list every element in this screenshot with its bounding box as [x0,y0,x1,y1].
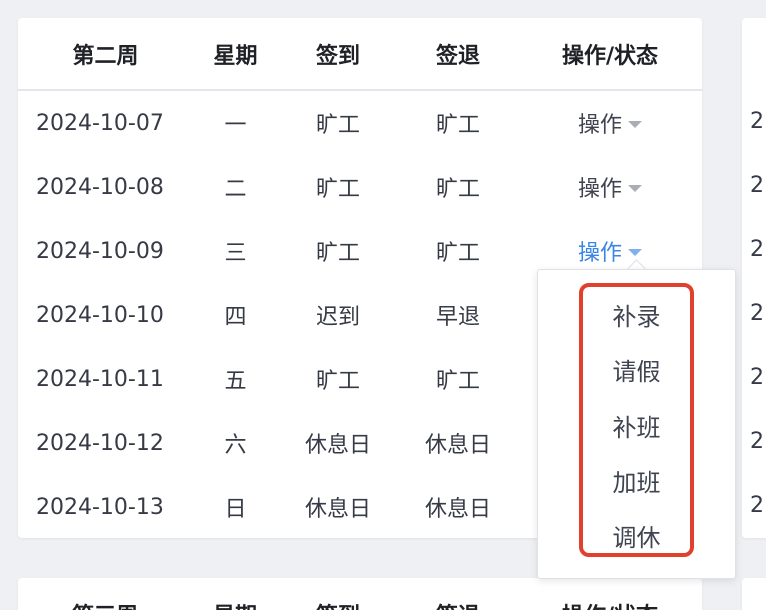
date-fragment: 2 [750,493,764,518]
menu-item-leave-request[interactable]: 请假 [579,352,694,387]
action-label: 操作 [577,241,622,266]
row-date: 2024-10-07 [36,110,164,136]
table-row: 2024-10-07 一 旷工 旷工 操作 [18,90,702,155]
next-adjacent-card [742,578,766,610]
action-label: 操作 [577,113,622,138]
table-header-row: 第二周 星期 签到 签退 操作/状态 [18,18,702,91]
row-date: 2024-10-10 [36,302,164,328]
row-sign-in-status: 旷工 [315,113,360,138]
row-date: 2024-10-09 [36,238,164,264]
date-fragment: 2 [750,301,764,326]
row-action-cell: 操作 [518,90,702,155]
row-sign-in-status: 迟到 [315,305,360,330]
row-weekday: 二 [224,177,247,202]
row-sign-out-status: 休息日 [424,433,491,458]
row-sign-out-status: 休息日 [424,497,491,522]
date-fragment: 2 [750,365,764,390]
column-header-weekday: 星期 [193,18,278,91]
menu-item-overtime[interactable]: 加班 [579,463,694,498]
row-sign-in-status: 旷工 [315,369,360,394]
column-header-sign-out: 签退 [398,18,518,91]
action-dropdown-trigger[interactable]: 操作 [578,107,642,139]
column-header-sign-in: 签到 [316,598,360,610]
row-sign-out-status: 早退 [435,305,480,330]
caret-down-icon [628,248,642,256]
row-sign-in-status: 旷工 [315,241,360,266]
row-action-cell: 操作 [518,155,702,219]
column-header-action-status: 操作/状态 [518,18,702,91]
row-sign-in-status: 旷工 [315,177,360,202]
row-weekday: 日 [224,497,247,522]
column-header-weekday: 星期 [213,598,257,610]
attendance-page: 第二周 星期 签到 签退 操作/状态 2024-10-07 一 旷工 旷工 操作 [0,0,766,610]
menu-item-time-off-swap[interactable]: 调休 [579,518,694,553]
row-weekday: 五 [224,369,247,394]
menu-item-makeup-shift[interactable]: 补班 [579,408,694,443]
action-dropdown-trigger[interactable]: 操作 [578,171,642,203]
row-weekday: 一 [224,113,247,138]
row-weekday: 四 [224,305,247,330]
row-weekday: 六 [224,433,247,458]
date-fragment: 2 [750,237,764,262]
row-date: 2024-10-11 [36,366,164,392]
caret-down-icon [628,184,642,192]
row-sign-out-status: 旷工 [435,177,480,202]
row-sign-out-status: 旷工 [435,113,480,138]
column-header-sign-out: 签退 [436,598,480,610]
row-date: 2024-10-08 [36,174,164,200]
row-sign-out-status: 旷工 [435,369,480,394]
caret-down-icon [628,120,642,128]
table-row: 2024-10-08 二 旷工 旷工 操作 [18,155,702,219]
adjacent-week-card [742,18,766,538]
row-date: 2024-10-13 [36,494,164,520]
menu-item-supplement-record[interactable]: 补录 [579,297,694,332]
column-header-sign-in: 签到 [278,18,398,91]
date-fragment: 2 [750,173,764,198]
column-header-week: 第三周 [72,598,138,610]
date-fragment: 2 [750,109,764,134]
date-fragment: 2 [750,429,764,454]
row-sign-out-status: 旷工 [435,241,480,266]
row-weekday: 三 [224,241,247,266]
row-sign-in-status: 休息日 [304,433,371,458]
row-sign-in-status: 休息日 [304,497,371,522]
row-date: 2024-10-12 [36,430,164,456]
action-label: 操作 [577,177,622,202]
column-header-action-status: 操作/状态 [562,598,658,610]
column-header-week: 第二周 [18,18,193,91]
